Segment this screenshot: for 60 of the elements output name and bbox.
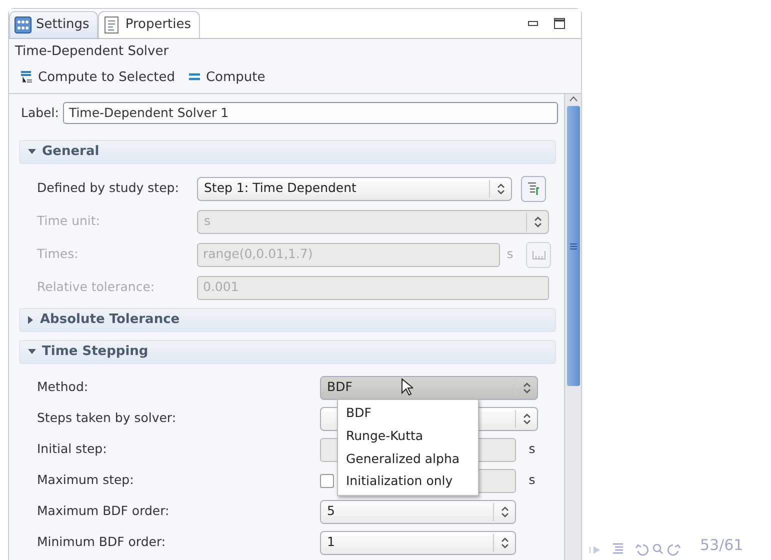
go-to-source-icon	[528, 182, 540, 196]
compute-selected-icon	[21, 70, 33, 84]
field-label: Times:	[37, 245, 80, 264]
mouse-cursor-icon	[401, 378, 413, 396]
dropdown: s	[197, 210, 549, 234]
panel-title: Time-Dependent Solver	[14, 43, 170, 61]
unit-label: s	[528, 440, 536, 458]
expanded-triangle-icon	[28, 149, 36, 155]
grip-icon[interactable]	[570, 242, 576, 250]
input-field: 0.001	[197, 276, 549, 300]
maximize-icon[interactable]	[554, 18, 565, 29]
menu-item[interactable]: Generalized alpha	[338, 448, 478, 470]
dropdown[interactable]: BDF	[320, 376, 538, 400]
spinner-arrows-icon	[500, 506, 508, 518]
spinner-arrows-icon	[496, 182, 504, 194]
nav-arrows-icon	[588, 544, 602, 556]
field-label: Maximum step:	[37, 471, 135, 490]
field-label: Steps taken by solver:	[37, 409, 178, 428]
field-label: Maximum BDF order:	[37, 502, 170, 520]
range-icon	[532, 250, 546, 260]
scrollbar[interactable]	[564, 94, 581, 560]
field-label: Label:	[21, 104, 59, 122]
minimize-icon[interactable]	[528, 20, 538, 26]
toolbar-button[interactable]: Compute	[188, 68, 266, 87]
label-field[interactable]: Time-Dependent Solver 1	[62, 102, 558, 124]
icon-button[interactable]	[521, 176, 546, 202]
field-label: Minimum BDF order:	[37, 533, 167, 552]
outline-icon	[612, 542, 624, 556]
properties-icon	[103, 16, 122, 34]
spinner-arrows-icon	[522, 412, 530, 424]
unit-label: s	[506, 245, 514, 264]
settings-icon	[14, 16, 32, 34]
page-number: 53/61	[700, 534, 744, 556]
section-header[interactable]: Time Stepping	[19, 340, 556, 364]
dropdown[interactable]: 5	[320, 500, 516, 524]
menu-item[interactable]: Runge-Kutta	[338, 424, 478, 448]
dropdown[interactable]: 1	[320, 530, 516, 554]
spinner-arrows-icon	[500, 536, 508, 548]
undo-search-redo-icon	[634, 542, 682, 556]
collapsed-triangle-icon	[28, 316, 34, 324]
tab[interactable]: Properties	[98, 11, 200, 38]
spinner-arrows-icon	[522, 382, 530, 394]
section-header[interactable]: General	[19, 140, 556, 164]
expanded-triangle-icon	[28, 349, 36, 355]
toolbar-button[interactable]: Compute to Selected	[21, 68, 175, 87]
field-label: Defined by study step:	[37, 179, 180, 198]
dropdown[interactable]: Step 1: Time Dependent	[197, 176, 512, 200]
menu-item[interactable]: Initialization only	[338, 470, 478, 493]
field-label: Time unit:	[37, 212, 101, 230]
field-label: Method:	[37, 378, 90, 396]
scroll-up-icon[interactable]	[568, 94, 578, 104]
field-label: Relative tolerance:	[37, 278, 156, 296]
menu-item[interactable]: BDF	[338, 402, 478, 425]
field-label: Initial step:	[37, 440, 108, 458]
compute-icon	[188, 72, 201, 82]
spinner-arrows-icon	[534, 216, 542, 228]
section-header[interactable]: Absolute Tolerance	[19, 308, 556, 332]
input-field: range(0,0.01,1.7)	[197, 242, 500, 266]
tab[interactable]: Settings	[9, 11, 98, 38]
unit-label: s	[528, 471, 536, 490]
